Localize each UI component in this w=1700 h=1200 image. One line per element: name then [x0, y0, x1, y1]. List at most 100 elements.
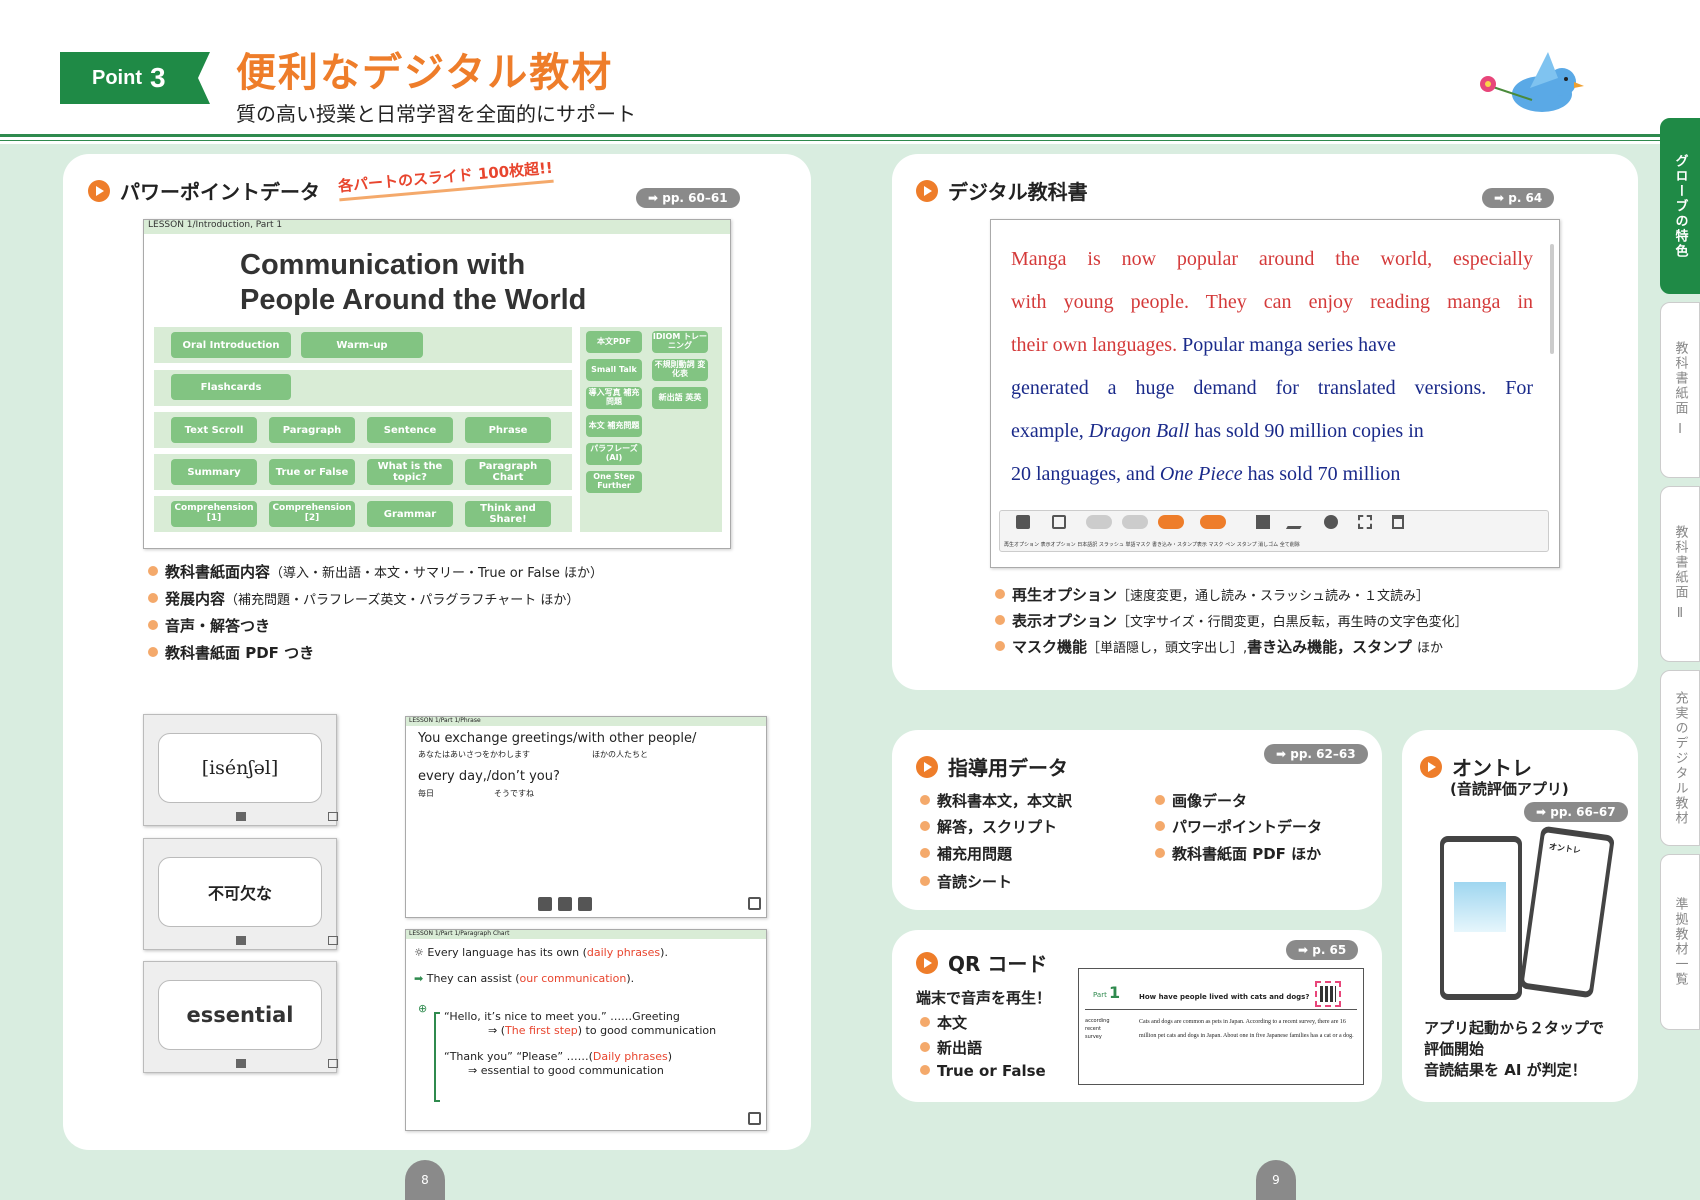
- toolbar-label: ペン: [1225, 542, 1236, 548]
- japanese-toggle-icon[interactable]: [558, 897, 572, 911]
- powerpoint-heading-text: パワーポイントデータ: [120, 180, 320, 204]
- slide-title-line2: People Around the World: [240, 284, 587, 316]
- toolbar-label: スラッシュ: [1098, 542, 1124, 548]
- part-label: Part: [1093, 991, 1107, 999]
- page-ref-pill: ➡ pp. 66–67: [1524, 802, 1628, 822]
- chart-text: They can assist (: [426, 972, 520, 985]
- menu-icon[interactable]: [328, 812, 338, 821]
- teacher-data-item: 画像データ: [1155, 790, 1247, 811]
- toolbar-labels: 再生オプション 表示オプション 日本語訳 スラッシュ 単語マスク 書き込み・スタ…: [1004, 541, 1544, 548]
- menu-icon[interactable]: [328, 936, 338, 945]
- display-option-icon[interactable]: [1052, 515, 1066, 529]
- slide-button[interactable]: Warm-up: [301, 332, 423, 358]
- textbook-heading-text: デジタル教科書: [948, 180, 1088, 204]
- mask-icon[interactable]: [1256, 515, 1270, 529]
- slide-button[interactable]: Grammar: [367, 501, 453, 527]
- slash-toggle[interactable]: [1122, 515, 1148, 529]
- slide-button[interactable]: Phrase: [465, 417, 551, 443]
- pen-icon[interactable]: [1285, 515, 1309, 529]
- ontore-heading: オントレ: [1420, 752, 1532, 781]
- speaker-icon[interactable]: [578, 897, 592, 911]
- chart-highlight: Daily phrases: [592, 1050, 668, 1063]
- slide-button[interactable]: Flashcards: [171, 374, 291, 400]
- side-button[interactable]: 導入写真 補充問題: [586, 387, 642, 409]
- toolbar-label: 表示オプション: [1040, 542, 1076, 548]
- side-tab-digital[interactable]: 充実のデジタル教材: [1660, 670, 1700, 846]
- toolbar-label: 消しゴム: [1258, 542, 1279, 548]
- phrase-translation: 毎日: [418, 789, 434, 798]
- textbook-bullet-bold: 表示オプション: [1012, 612, 1118, 630]
- textbook-passage: Manga is now popular around the world, e…: [1011, 238, 1533, 496]
- side-button[interactable]: IDIOM トレーニング: [652, 331, 708, 353]
- translation-toggle[interactable]: [1086, 515, 1112, 529]
- side-tab-textbook-2[interactable]: 教科書紙面 Ⅱ: [1660, 486, 1700, 662]
- slide-button[interactable]: Sentence: [367, 417, 453, 443]
- slide-button[interactable]: Summary: [171, 459, 257, 485]
- passage-segment: example,: [1011, 420, 1084, 442]
- badge-label: Point: [92, 66, 142, 89]
- trash-icon[interactable]: [1392, 515, 1404, 529]
- qr-code-icon[interactable]: [1315, 981, 1341, 1007]
- textbook-page-sample: Part 1 How have people lived with cats a…: [1078, 968, 1364, 1085]
- slide-button[interactable]: Think and Share!: [465, 501, 551, 527]
- side-button[interactable]: Small Talk: [586, 359, 642, 381]
- textbook-bullet-bold: 再生オプション: [1012, 586, 1118, 604]
- slide-button[interactable]: Comprehension [2]: [269, 501, 355, 527]
- chart-highlight: The first step: [505, 1024, 578, 1037]
- slide-button[interactable]: Oral Introduction: [171, 332, 291, 358]
- side-tab-textbook-1[interactable]: 教科書紙面 Ⅰ: [1660, 302, 1700, 478]
- ontore-subtitle: (音読評価アプリ): [1450, 780, 1569, 798]
- ontore-description: アプリ起動から２タップで 評価開始 音読結果を AI が判定！: [1424, 1018, 1604, 1081]
- teacher-data-heading: 指導用データ: [916, 752, 1068, 781]
- side-button[interactable]: 本文PDF: [586, 331, 642, 353]
- speaker-icon[interactable]: [236, 936, 246, 945]
- speaker-icon[interactable]: [1016, 515, 1030, 529]
- textbook-bullet-rest: ほか: [1416, 641, 1443, 656]
- menu-icon[interactable]: [328, 1059, 338, 1068]
- page-subtitle: 質の高い授業と日常学習を全面的にサポート: [236, 102, 636, 126]
- side-button[interactable]: 新出語 英英: [652, 387, 708, 409]
- side-button[interactable]: 不規則動詞 変化表: [652, 359, 708, 381]
- chart-text: Every language has its own (: [427, 946, 587, 959]
- passage-line: Manga is now popular around the world, e…: [1011, 248, 1533, 270]
- menu-icon[interactable]: [748, 1112, 761, 1125]
- passage-segment: Popular manga series have: [1182, 334, 1396, 356]
- scrollbar[interactable]: [1550, 244, 1554, 354]
- slide-title-line1: Communication with: [240, 249, 526, 281]
- slide-button[interactable]: Text Scroll: [171, 417, 257, 443]
- eraser-icon[interactable]: [1358, 515, 1372, 529]
- chart-line: “Hello, it’s nice to meet you.” ……Greeti…: [444, 1010, 680, 1023]
- speaker-icon[interactable]: [236, 812, 246, 821]
- toolbar: 再生オプション 表示オプション 日本語訳 スラッシュ 単語マスク 書き込み・スタ…: [999, 510, 1549, 552]
- speaker-icon[interactable]: [236, 1059, 246, 1068]
- chart-text: “Thank you” “Please” ……(: [444, 1050, 593, 1063]
- side-button[interactable]: パラフレーズ (AI): [586, 443, 642, 465]
- slide-header: LESSON 1/Part 1/Paragraph Chart: [406, 930, 766, 939]
- chart-line: “Thank you” “Please” ……(Daily phrases): [444, 1050, 672, 1063]
- magnifier-icon: ⊕: [418, 1002, 428, 1015]
- play-bullet-icon: [916, 951, 938, 974]
- slide-button[interactable]: True or False: [269, 459, 355, 485]
- chart-text: ).: [660, 946, 668, 959]
- textbook-bullet: マスク機能［単語隠し，頭文字出し］,書き込み機能，スタンプ ほか: [995, 636, 1443, 657]
- slide-button[interactable]: Paragraph: [269, 417, 355, 443]
- chart-text: ): [667, 1050, 672, 1063]
- slide-button[interactable]: Comprehension [1]: [171, 501, 257, 527]
- annotation-toggle[interactable]: [1200, 515, 1226, 529]
- stamp-icon[interactable]: [1324, 515, 1338, 529]
- side-tab-features[interactable]: グローブの特色: [1660, 118, 1700, 294]
- slash-toggle-icon[interactable]: [538, 897, 552, 911]
- slide-button[interactable]: What is the topic?: [367, 459, 453, 485]
- slide-button[interactable]: Paragraph Chart: [465, 459, 551, 485]
- menu-icon[interactable]: [748, 897, 761, 910]
- vocab-item: according: [1085, 1018, 1110, 1024]
- word-mask-toggle[interactable]: [1158, 515, 1184, 529]
- slide-title: Communication with People Around the Worl…: [240, 248, 586, 318]
- side-tab-materials[interactable]: 準拠教材一覧: [1660, 854, 1700, 1030]
- toolbar-label: 書き込み・スタンプ表示: [1152, 542, 1207, 548]
- side-button[interactable]: One Step Further: [586, 471, 642, 493]
- header-rule-thin: [0, 140, 1700, 141]
- flashcard-text: [isénʃəl]: [158, 733, 322, 803]
- passage-line: with young people. They can enjoy readin…: [1011, 291, 1533, 313]
- side-button[interactable]: 本文 補充問題: [586, 415, 642, 437]
